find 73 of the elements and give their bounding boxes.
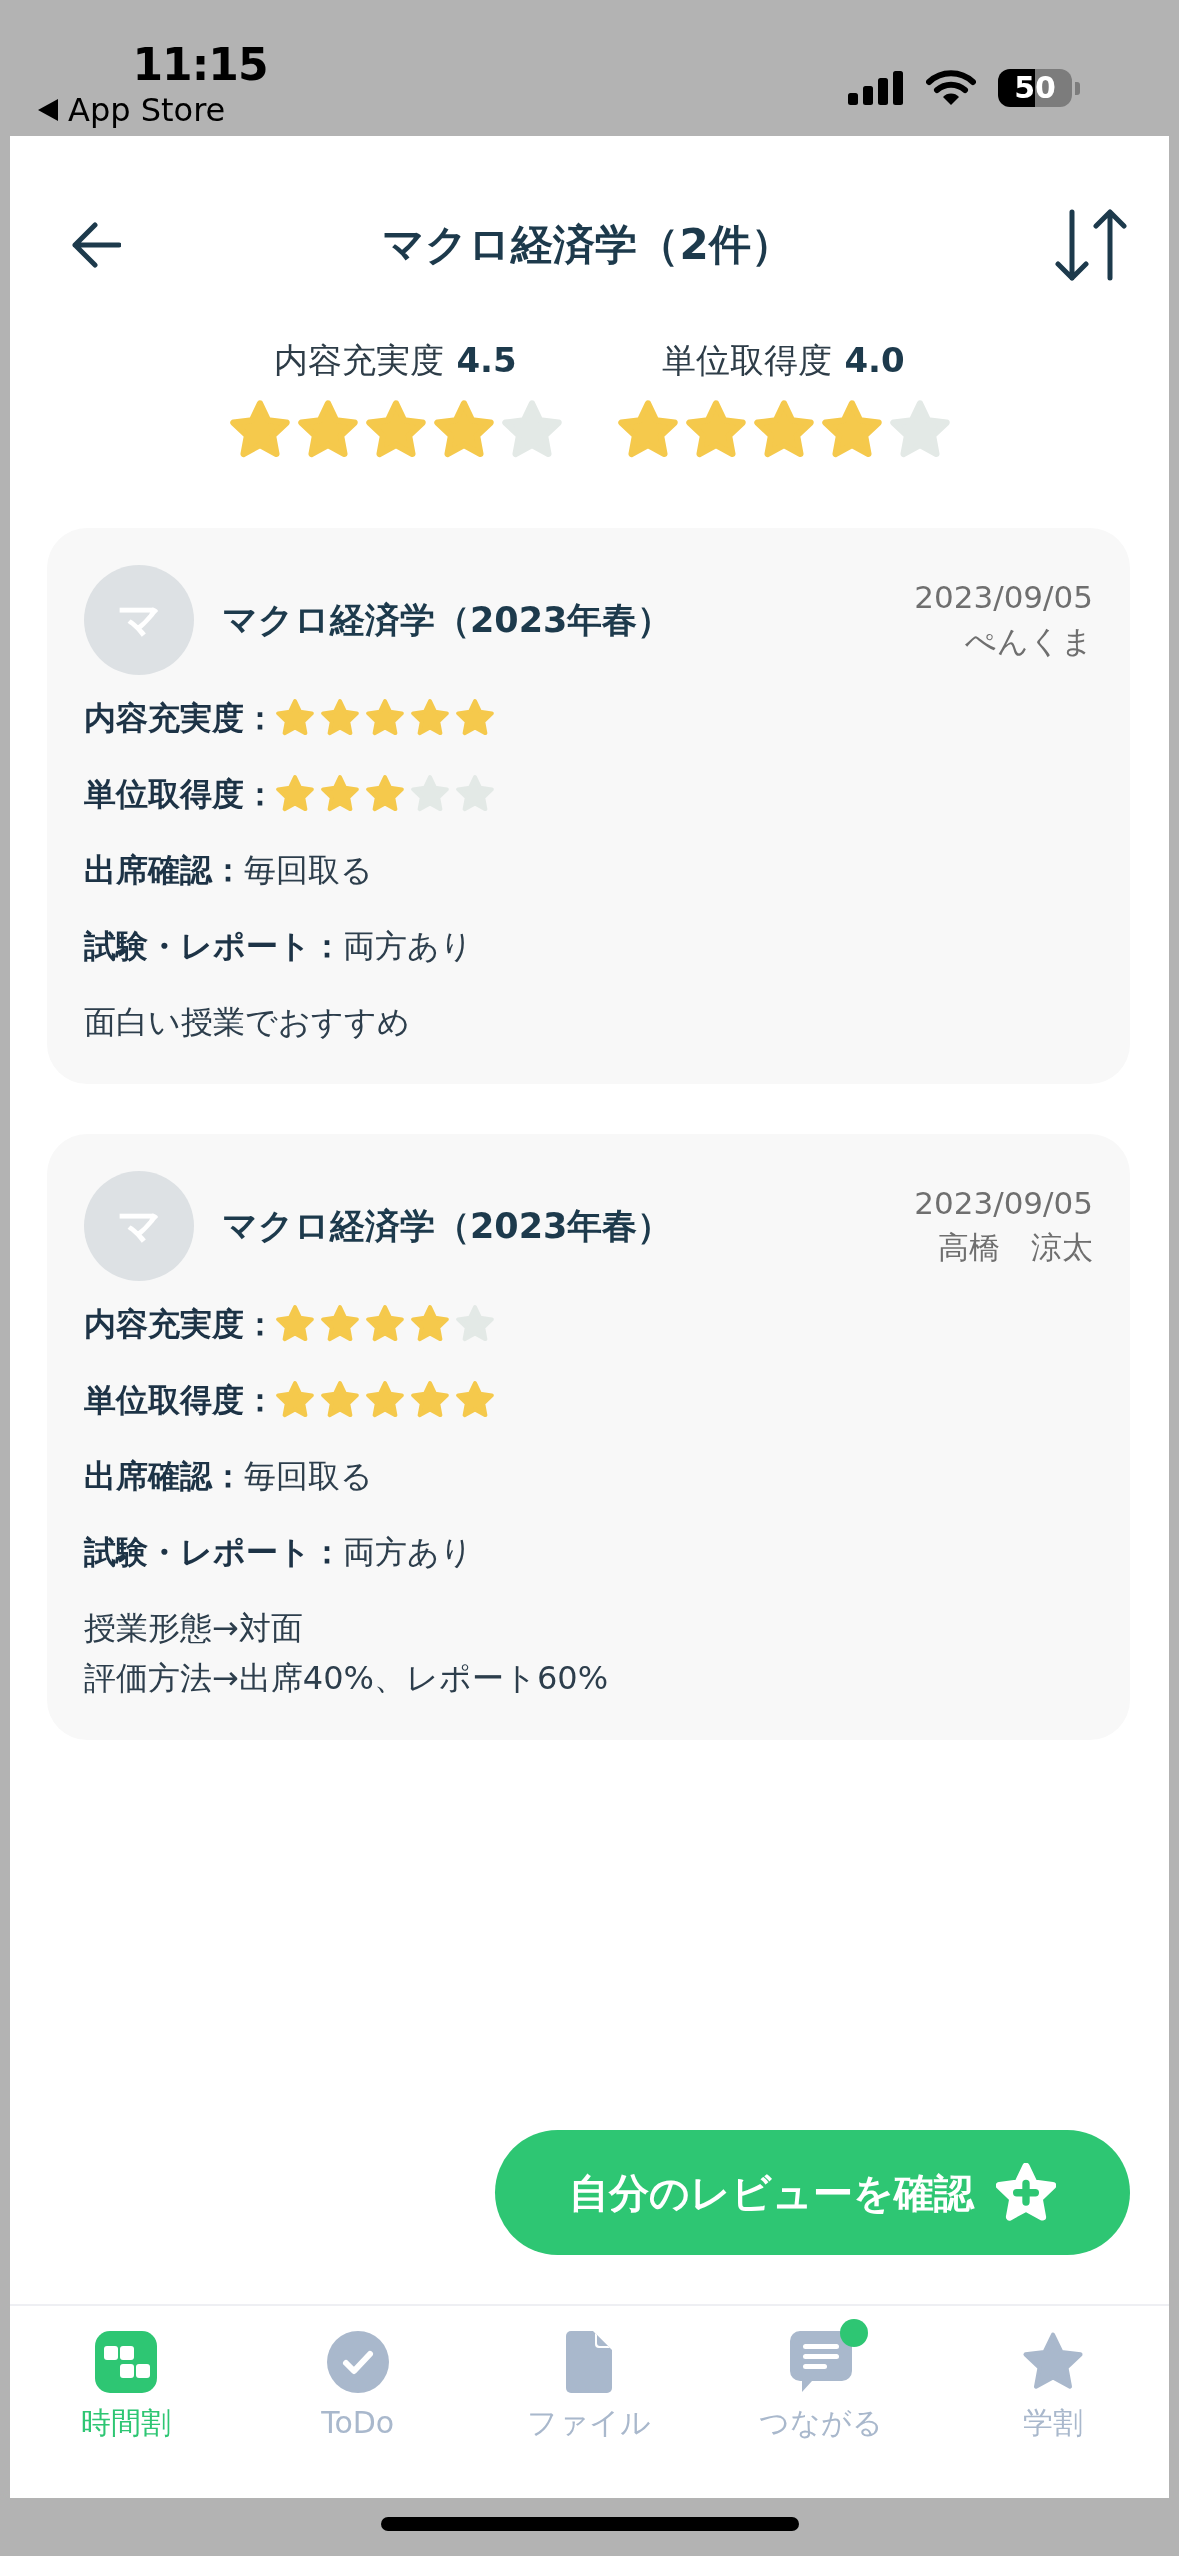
field-value: 毎回取る xyxy=(244,1456,373,1497)
field-value: 両方あり xyxy=(343,1532,473,1573)
back-to-app-link[interactable]: App Store xyxy=(38,92,226,128)
field-value: 毎回取る xyxy=(244,850,373,891)
rating-label: 単位取得度： xyxy=(84,1380,276,1421)
star-icon xyxy=(456,699,494,737)
field-label: 出席確認： xyxy=(84,1456,244,1497)
review-date: 2023/09/05 xyxy=(914,1184,1093,1223)
star-icon xyxy=(276,699,314,737)
sort-icon xyxy=(1054,209,1128,281)
star-icon xyxy=(433,400,494,460)
tab-item[interactable]: つながる xyxy=(705,2315,938,2441)
star-icon xyxy=(753,400,814,460)
star-icon xyxy=(321,775,359,813)
rating-score: 4.0 xyxy=(844,339,905,382)
star-icon xyxy=(321,1305,359,1343)
sort-button[interactable] xyxy=(1054,209,1128,281)
chat-bubble-icon xyxy=(790,2331,853,2393)
star-icon xyxy=(889,400,950,460)
star-icon xyxy=(276,1305,314,1343)
battery-cap-icon xyxy=(1075,81,1080,95)
star-icon xyxy=(456,1381,494,1419)
field-label: 試験・レポート： xyxy=(84,926,343,967)
course-title: マクロ経済学（2023年春） xyxy=(222,1205,673,1248)
tab-item[interactable]: 学割 xyxy=(937,2315,1169,2441)
course-title: マクロ経済学（2023年春） xyxy=(222,599,673,642)
triangle-left-icon xyxy=(38,99,58,121)
document-icon xyxy=(566,2331,613,2393)
rating-label: 内容充実度： xyxy=(84,1304,276,1345)
rating-label: 単位取得度 xyxy=(662,339,833,382)
star-icon xyxy=(276,1381,314,1419)
review-date: 2023/09/05 xyxy=(914,578,1093,617)
review-comment: 面白い授業でおすすめ xyxy=(84,1002,410,1043)
star-icon xyxy=(276,775,314,813)
star-icon xyxy=(229,400,290,460)
wifi-icon xyxy=(926,70,976,106)
rating-label: 単位取得度： xyxy=(84,774,276,815)
star-icon xyxy=(366,1381,404,1419)
star-icon xyxy=(297,400,358,460)
rating-score: 4.5 xyxy=(456,339,517,382)
reviewer-name: ぺんくま xyxy=(965,622,1093,661)
signal-icon xyxy=(848,71,904,105)
field-label: 試験・レポート： xyxy=(84,1532,343,1573)
tab-item[interactable]: ToDo xyxy=(241,2315,474,2441)
check-circle-icon xyxy=(326,2331,389,2393)
star-icon xyxy=(411,699,449,737)
star-icon xyxy=(321,699,359,737)
star-icon xyxy=(366,1305,404,1343)
star-icon xyxy=(617,400,678,460)
star-plus-icon xyxy=(996,2162,1056,2223)
star-icon xyxy=(366,699,404,737)
review-comment: 授業形態→対面 評価方法→出席40%、レポート60% xyxy=(84,1608,609,1699)
star-icon xyxy=(501,400,562,460)
star-icon xyxy=(821,400,882,460)
star-icon xyxy=(365,400,426,460)
page-title: マクロ経済学（2件） xyxy=(381,219,794,271)
star-icon xyxy=(321,1381,359,1419)
reviewer-name: 高橋 涼太 xyxy=(938,1228,1093,1267)
back-button[interactable] xyxy=(71,220,121,270)
rating-label: 内容充実度 xyxy=(274,339,445,382)
star-icon xyxy=(411,1381,449,1419)
star-icon xyxy=(411,1305,449,1343)
star-icon xyxy=(685,400,746,460)
star-icon xyxy=(366,775,404,813)
field-value: 両方あり xyxy=(343,926,473,967)
tab-item[interactable]: 時間割 xyxy=(10,2315,242,2441)
grid-icon xyxy=(94,2331,157,2393)
rating-label: 内容充実度： xyxy=(84,698,276,739)
my-review-button[interactable]: 自分のレビューを確認 xyxy=(495,2130,1130,2255)
arrow-left-icon xyxy=(71,221,121,269)
tab-item[interactable]: ファイル xyxy=(473,2315,706,2441)
field-label: 出席確認： xyxy=(84,850,244,891)
status-time: 11:15 xyxy=(132,38,268,92)
